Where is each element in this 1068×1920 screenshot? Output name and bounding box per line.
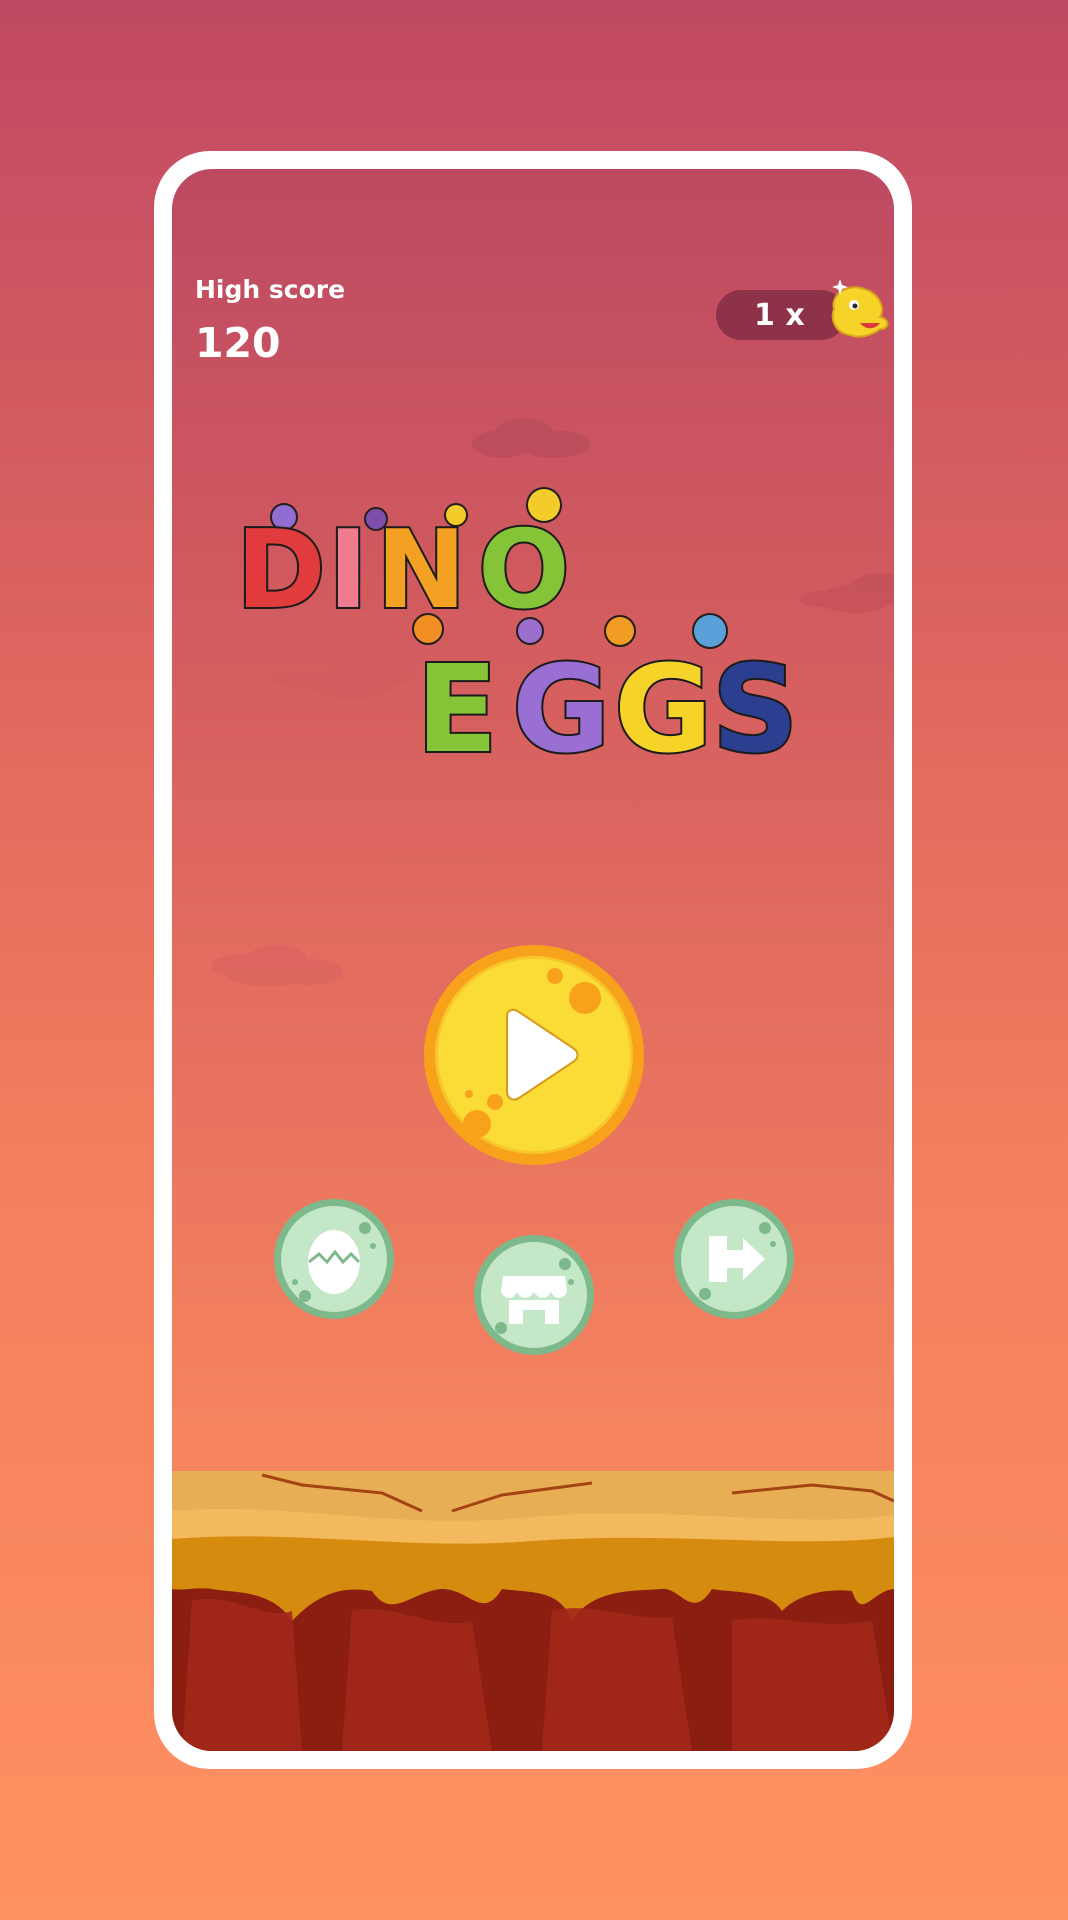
title-letter: S — [712, 641, 798, 769]
title-letter: N — [376, 508, 466, 633]
play-icon — [463, 968, 601, 1138]
exit-button[interactable] — [674, 1199, 794, 1319]
collection-button[interactable] — [274, 1199, 394, 1319]
game-screen: High score 120 1 x D I N O E G G S — [172, 169, 894, 1751]
play-button[interactable] — [424, 945, 644, 1165]
title-letter: E — [416, 641, 498, 769]
title-letter: G — [512, 641, 611, 769]
shop-button[interactable] — [474, 1235, 594, 1355]
high-score-value: 120 — [195, 319, 281, 367]
game-title-logo: D I N O E G G S — [234, 487, 800, 769]
lives-count: 1 x — [754, 298, 805, 333]
exit-icon — [699, 1222, 776, 1300]
title-letter: G — [614, 641, 713, 769]
title-letter: D — [236, 508, 326, 633]
ground-cliff — [172, 1471, 894, 1751]
high-score-label: High score — [195, 275, 346, 304]
cloud — [212, 945, 342, 986]
shop-icon — [495, 1258, 574, 1334]
cloud — [472, 418, 590, 458]
egg-icon — [292, 1222, 376, 1302]
dino-head-icon — [831, 279, 889, 338]
title-letter: O — [478, 508, 570, 633]
phone-frame: High score 120 1 x D I N O E G G S — [154, 151, 912, 1769]
title-letter: I — [328, 508, 368, 633]
